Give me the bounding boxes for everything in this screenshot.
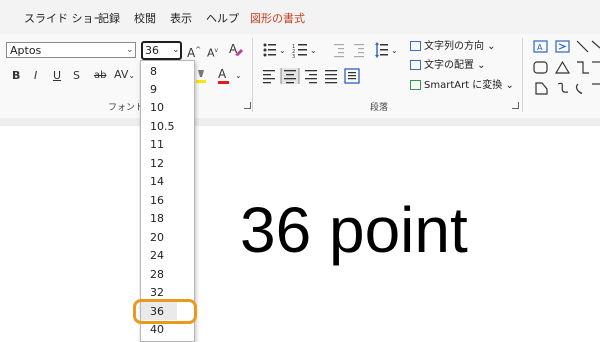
size-option[interactable]: 24 <box>150 249 164 262</box>
svg-text:⌄: ⌄ <box>310 46 317 55</box>
menu-help[interactable]: ヘルプ <box>206 10 239 26</box>
paragraph-dialog-launcher-icon[interactable] <box>512 102 519 109</box>
shadow-button[interactable]: ab <box>94 68 106 84</box>
strikethrough-button[interactable]: S <box>73 68 80 84</box>
size-option[interactable]: 16 <box>150 194 164 207</box>
size-option[interactable]: 12 <box>150 157 164 170</box>
font-name-box[interactable]: Aptos <box>6 42 136 58</box>
alignment-icons[interactable] <box>263 68 371 84</box>
highlight-ring <box>133 299 197 324</box>
size-option[interactable]: 40 <box>150 323 164 336</box>
highlight-color-icon[interactable] <box>196 68 206 88</box>
italic-button[interactable]: I <box>34 68 37 84</box>
font-dialog-launcher-icon[interactable] <box>244 102 251 109</box>
size-option[interactable]: 10 <box>150 101 164 114</box>
chevron-down-icon[interactable]: ⌄ <box>235 68 242 84</box>
text-direction-button[interactable]: 文字列の方向 ⌄ <box>410 40 496 54</box>
size-option[interactable]: 28 <box>150 268 164 281</box>
menu-shape-format[interactable]: 図形の書式 <box>250 10 305 26</box>
svg-text:⌄: ⌄ <box>391 46 398 55</box>
svg-text:3: 3 <box>292 54 295 58</box>
shrink-font-button[interactable]: Av <box>207 43 218 62</box>
group-divider <box>252 38 253 112</box>
menu-slideshow[interactable]: スライド ショー <box>24 10 105 26</box>
smartart-icon <box>410 80 421 90</box>
font-color-bar <box>218 81 229 84</box>
text-direction-icon <box>410 41 421 51</box>
svg-text:A: A <box>537 43 543 52</box>
menu-record[interactable]: 記録 <box>98 10 120 26</box>
list-indent-icons[interactable]: ⌄ 123 ⌄ ⌄ <box>262 42 402 58</box>
slide-text[interactable]: 36 point <box>240 190 468 270</box>
grow-font-button[interactable]: A^ <box>187 42 201 61</box>
chevron-down-icon[interactable]: ⌄ <box>126 42 134 58</box>
group-divider <box>522 38 523 112</box>
menu-review[interactable]: 校閲 <box>134 10 156 26</box>
chevron-down-icon[interactable]: ⌄ <box>172 42 180 58</box>
shape-gallery[interactable]: A <box>528 34 600 114</box>
font-size-options: 8 9 10 10.5 11 12 14 16 18 20 24 28 32 3… <box>140 60 193 340</box>
size-option[interactable]: 11 <box>150 138 164 151</box>
font-color-button[interactable]: A <box>218 66 229 84</box>
clear-format-icon[interactable]: A <box>229 41 243 61</box>
smartart-convert-button[interactable]: SmartArt に変換 ⌄ <box>410 79 514 93</box>
char-spacing-button[interactable]: AV⌄ <box>114 67 135 84</box>
size-option[interactable]: 8 <box>150 65 157 78</box>
size-option[interactable]: 10.5 <box>150 120 175 133</box>
size-option[interactable]: 20 <box>150 231 164 244</box>
font-group-label: フォント <box>108 103 145 113</box>
size-option[interactable]: 14 <box>150 175 164 188</box>
ribbon-shadow <box>0 118 600 126</box>
svg-text:⌄: ⌄ <box>279 46 286 55</box>
bold-button[interactable]: B <box>12 68 20 84</box>
shapes-icon[interactable]: A <box>528 34 600 114</box>
paragraph-group-label: 段落 <box>370 103 389 113</box>
size-option[interactable]: 9 <box>150 83 157 96</box>
underline-button[interactable]: U <box>53 68 61 84</box>
size-option[interactable]: 32 <box>150 286 164 299</box>
size-option[interactable]: 18 <box>150 212 164 225</box>
menu-bar: スライド ショー 記録 校閲 表示 ヘルプ 図形の書式 <box>0 0 600 34</box>
align-text-icon <box>410 60 421 70</box>
align-text-button[interactable]: 文字の配置 ⌄ <box>410 59 486 73</box>
menu-view[interactable]: 表示 <box>170 10 192 26</box>
